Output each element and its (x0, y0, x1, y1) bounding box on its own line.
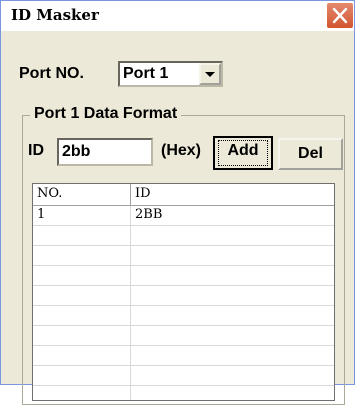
empty-row (33, 246, 334, 266)
close-button[interactable] (326, 2, 354, 29)
id-input[interactable]: 2bb (57, 138, 153, 166)
window-title: ID Masker (11, 6, 99, 24)
data-format-group-title: Port 1 Data Format (30, 105, 182, 123)
empty-row (33, 346, 334, 366)
chevron-down-icon (205, 72, 215, 77)
dialog-client-area: Port NO. Port 1 Port 1 Data Format ID 2b… (2, 32, 353, 405)
port-select[interactable]: Port 1 (118, 61, 223, 87)
empty-row (33, 286, 334, 306)
port-select-value: Port 1 (123, 65, 169, 82)
add-button[interactable]: Add (213, 136, 273, 170)
del-button-label: Del (298, 145, 323, 162)
empty-row (33, 386, 334, 400)
port-no-label: Port NO. (19, 65, 84, 82)
row-id-cell: 2BB (135, 207, 163, 222)
port-select-dropdown-button[interactable] (199, 63, 221, 85)
add-button-label: Add (227, 142, 259, 159)
del-button[interactable]: Del (278, 138, 343, 170)
hex-label: (Hex) (161, 142, 202, 159)
empty-row (33, 266, 334, 286)
id-label: ID (28, 142, 44, 159)
row-no-cell: 1 (37, 207, 46, 222)
close-icon (332, 7, 348, 24)
empty-row (33, 226, 334, 246)
title-bar[interactable]: ID Masker (1, 1, 354, 31)
empty-row (33, 326, 334, 346)
column-header-no[interactable]: NO. (33, 184, 131, 205)
empty-row (33, 306, 334, 326)
id-masker-window: ID Masker Port NO. Port 1 Port 1 Data Fo… (0, 0, 355, 405)
id-input-value: 2bb (62, 143, 91, 160)
empty-row (33, 366, 334, 386)
column-header-id[interactable]: ID (131, 184, 334, 205)
table-row[interactable]: 1 2BB (33, 206, 334, 226)
list-header: NO. ID (33, 184, 334, 206)
id-list[interactable]: NO. ID 1 2BB (32, 183, 335, 401)
